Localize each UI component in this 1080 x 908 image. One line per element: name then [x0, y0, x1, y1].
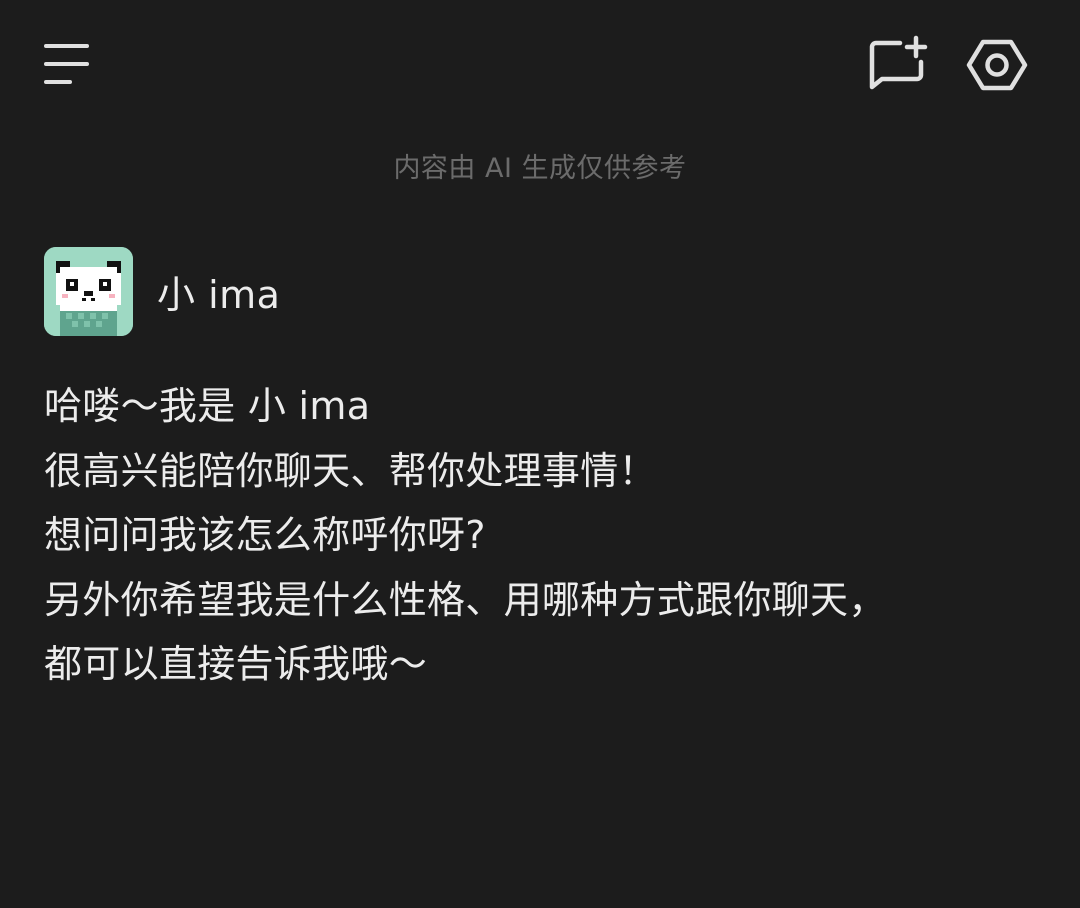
bot-name: 小 ima — [157, 272, 281, 317]
message-line: 另外你希望我是什么性格、用哪种方式跟你聊天， — [44, 577, 887, 622]
settings-icon[interactable] — [962, 34, 1032, 96]
top-bar — [0, 0, 1080, 130]
message-line: 很高兴能陪你聊天、帮你处理事情！ — [44, 448, 657, 493]
bot-message: 哈喽～我是 小 ima 很高兴能陪你聊天、帮你处理事情！ 想问问我该怎么称呼你呀… — [44, 374, 1044, 697]
ai-disclaimer: 内容由 AI 生成仅供参考 — [393, 153, 687, 184]
bot-header: 小 ima — [44, 246, 280, 336]
menu-icon[interactable] — [36, 36, 96, 92]
panda-avatar[interactable] — [44, 246, 133, 336]
message-line: 想问问我该怎么称呼你呀? — [44, 513, 486, 557]
message-line: 哈喽～我是 小 ima — [44, 384, 371, 428]
message-line: 都可以直接告诉我哦～ — [44, 642, 428, 686]
new-chat-icon[interactable] — [864, 34, 932, 94]
